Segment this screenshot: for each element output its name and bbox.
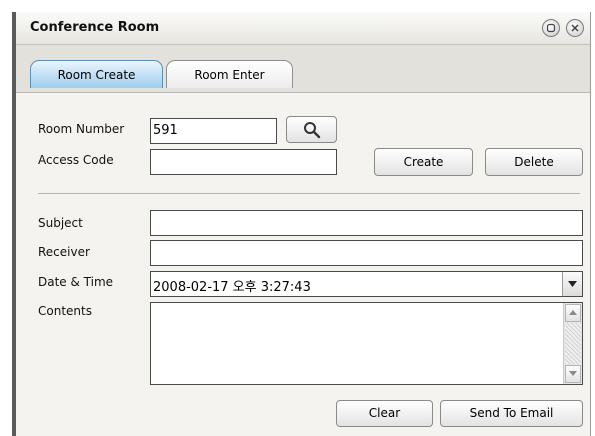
close-button[interactable] <box>566 19 584 37</box>
conference-room-window: Conference Room Room Create Room Enter R… <box>12 12 591 436</box>
contents-textarea[interactable] <box>150 302 583 385</box>
date-time-dropdown-button[interactable] <box>562 272 582 296</box>
scroll-down-button[interactable] <box>565 365 581 383</box>
search-icon <box>304 122 321 139</box>
search-button[interactable] <box>286 116 337 143</box>
clear-button[interactable]: Clear <box>336 400 433 427</box>
window-title: Conference Room <box>30 20 160 35</box>
subject-label: Subject <box>38 216 83 230</box>
scroll-down-icon <box>569 371 577 376</box>
receiver-input[interactable] <box>150 240 583 266</box>
restore-icon <box>546 23 556 33</box>
restore-button[interactable] <box>542 19 560 37</box>
delete-button[interactable]: Delete <box>485 148 583 176</box>
tab-room-create[interactable]: Room Create <box>30 60 163 88</box>
subject-input[interactable] <box>150 210 583 236</box>
tab-bar: Room Create Room Enter <box>16 45 590 93</box>
chevron-down-icon <box>568 281 577 287</box>
scroll-up-button[interactable] <box>565 304 581 322</box>
date-time-value: 2008-02-17 오후 3:27:43 <box>153 280 311 295</box>
scroll-up-icon <box>569 310 577 315</box>
title-bar[interactable]: Conference Room <box>16 12 590 45</box>
date-time-label: Date & Time <box>38 275 114 289</box>
contents-scrollbar[interactable] <box>563 303 582 384</box>
receiver-label: Receiver <box>38 245 90 259</box>
room-number-input[interactable]: 591 <box>150 118 277 144</box>
create-button[interactable]: Create <box>374 148 473 176</box>
date-time-select[interactable]: 2008-02-17 오후 3:27:43 <box>150 271 583 297</box>
access-code-label: Access Code <box>38 153 114 167</box>
scrollbar-track[interactable] <box>565 323 581 364</box>
tab-room-enter[interactable]: Room Enter <box>166 60 293 88</box>
send-to-email-button[interactable]: Send To Email <box>440 400 583 427</box>
access-code-input[interactable] <box>150 149 337 175</box>
room-number-label: Room Number <box>38 122 125 136</box>
contents-label: Contents <box>38 304 92 318</box>
section-divider <box>38 193 580 194</box>
close-icon <box>571 24 579 32</box>
